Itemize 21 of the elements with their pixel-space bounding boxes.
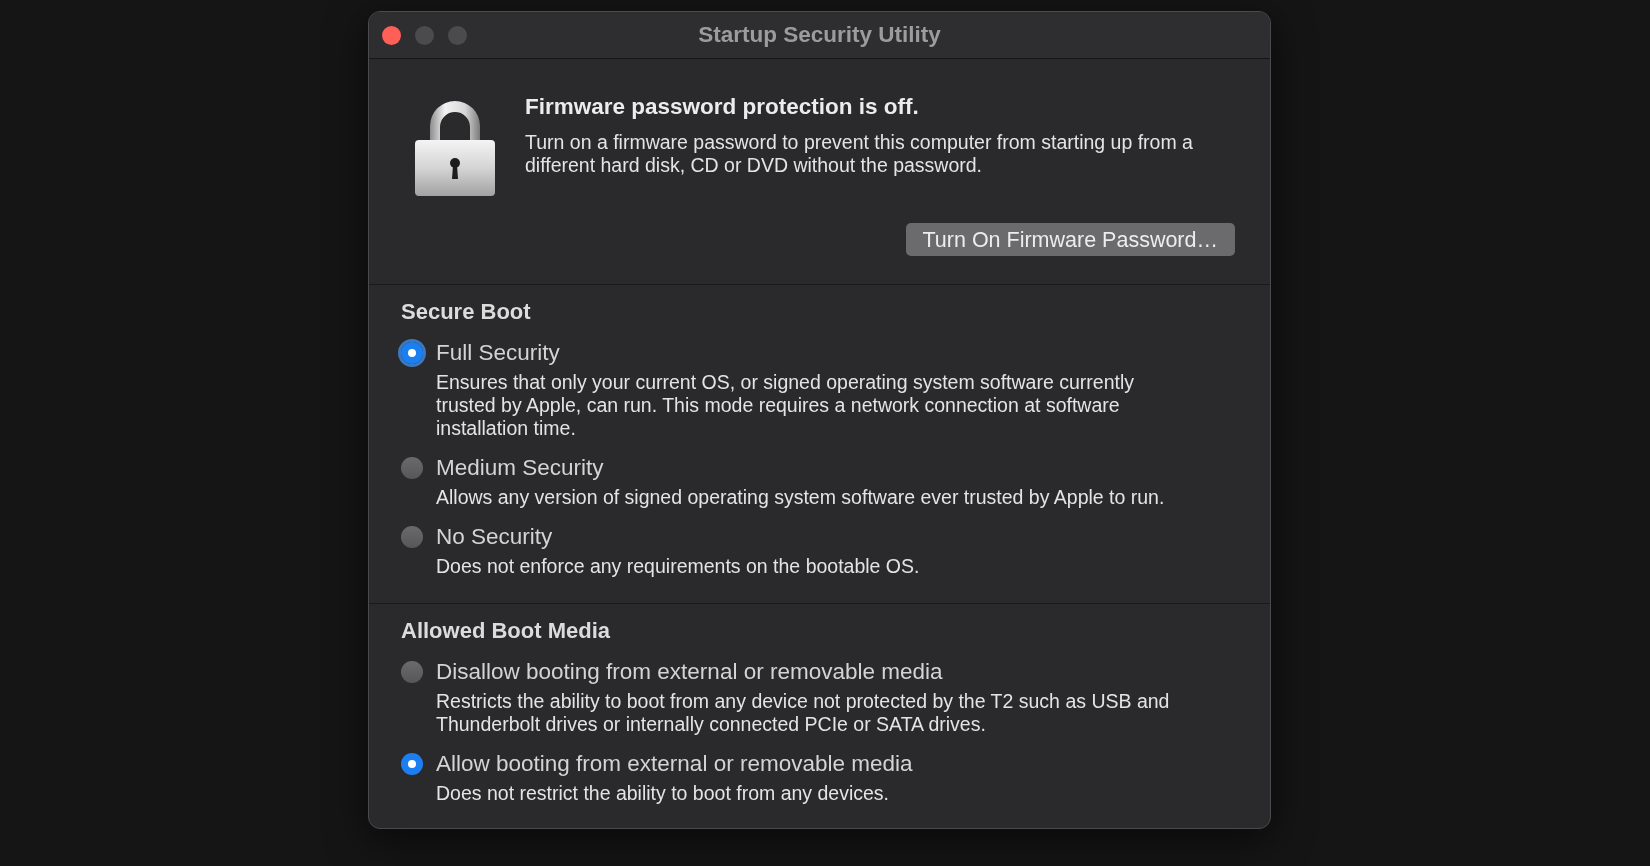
option-label: Full Security <box>436 341 560 365</box>
option-description: Restricts the ability to boot from any device not protected by the T2 such as USB and Thunderbolt drives or internally connected PCIe or SATA drives. <box>436 690 1171 736</box>
option-label: Allow booting from external or removable media <box>436 752 913 776</box>
radio-button[interactable] <box>401 661 423 683</box>
option-description: Ensures that only your current OS, or signed operating system software currently trusted by Apple, can run. This mode requires a network connection at software installation time. <box>436 371 1135 440</box>
section-title: Secure Boot <box>401 300 532 323</box>
status-heading: Firmware password protection is off. <box>525 94 920 119</box>
option-label: Medium Security <box>436 456 604 480</box>
radio-button[interactable] <box>401 526 423 548</box>
close-button[interactable] <box>382 25 401 45</box>
option-description: Does not restrict the ability to boot from any devices. <box>436 782 891 805</box>
status-description: Turn on a firmware password to prevent this computer from starting up from a different hard disk, CD or DVD without the password. <box>525 131 1194 177</box>
section-title: Allowed Boot Media <box>401 619 611 642</box>
radio-button[interactable] <box>401 753 423 775</box>
option-description: Allows any version of signed operating system software ever trusted by Apple to run. <box>436 486 1166 509</box>
radio-button[interactable] <box>401 457 423 479</box>
option-description: Does not enforce any requirements on the bootable OS. <box>436 555 921 578</box>
turn-on-password-button[interactable]: Turn On Firmware Password… <box>905 223 1235 256</box>
window-title: Startup Security Utility <box>698 22 941 48</box>
option-label: No Security <box>436 525 553 549</box>
option-label: Disallow booting from external or removable media <box>436 660 943 684</box>
